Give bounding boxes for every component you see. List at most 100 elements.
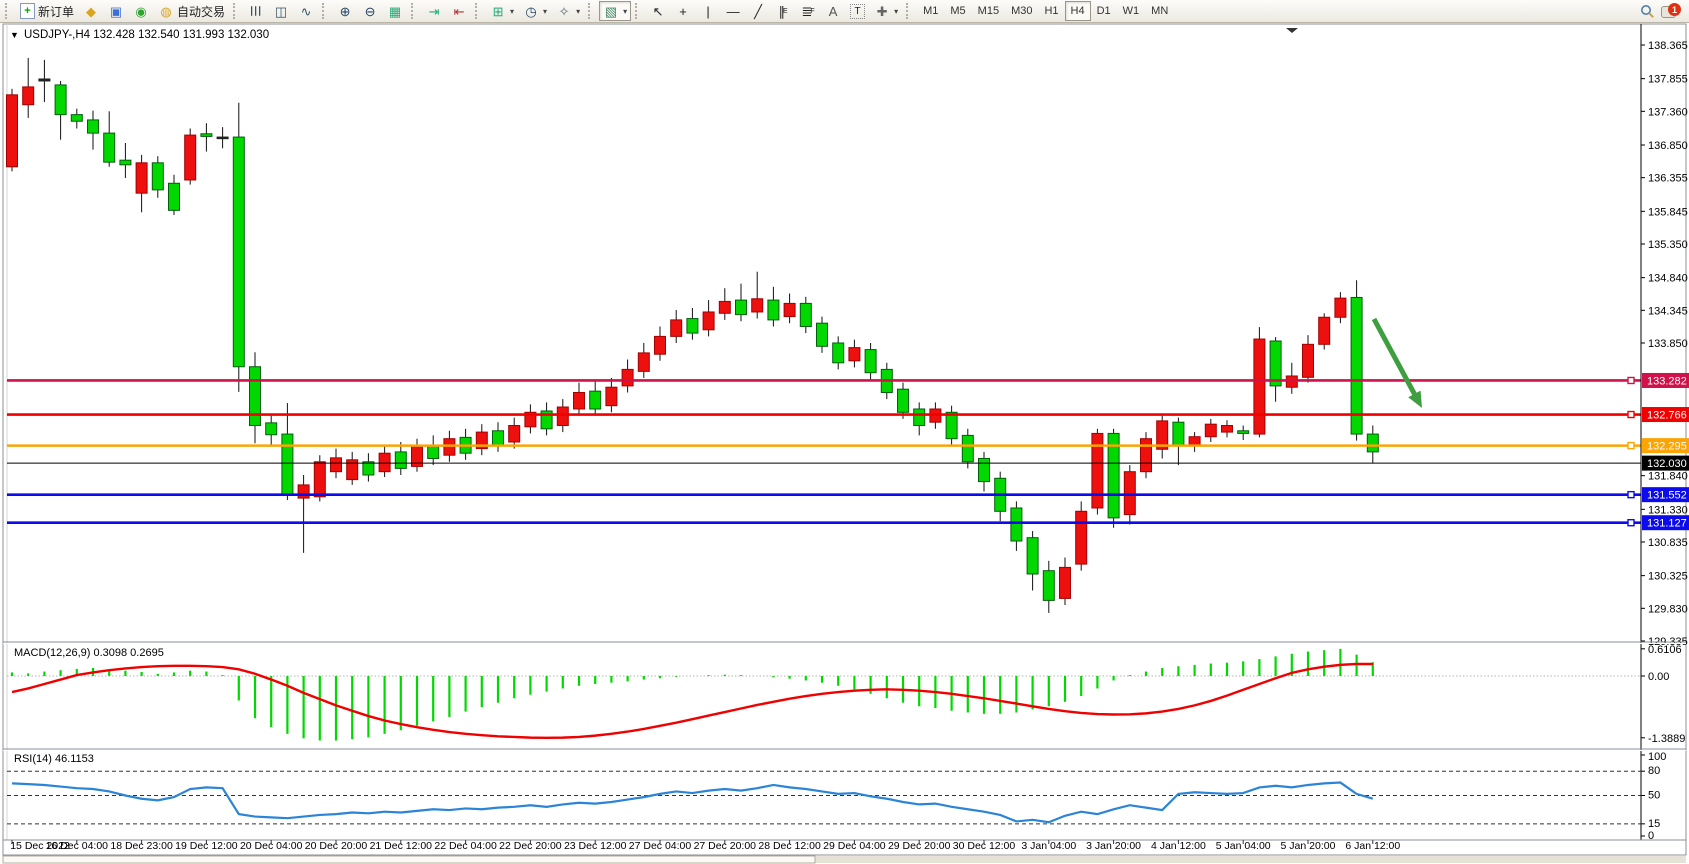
zoom-out-button[interactable]: ⊖ [358, 1, 382, 21]
toolbar-grip[interactable] [475, 3, 482, 19]
timeframe-m30[interactable]: M30 [1005, 1, 1038, 21]
svg-text:23 Dec 12:00: 23 Dec 12:00 [564, 840, 627, 852]
profiles-button[interactable]: ▧▾ [599, 1, 631, 21]
market-watch-button[interactable]: ◆ [79, 1, 103, 21]
svg-text:134.840: 134.840 [1648, 273, 1688, 285]
bar-chart-button[interactable]: ☰ [244, 1, 268, 21]
svg-text:138.365: 138.365 [1648, 40, 1688, 52]
text-icon: A [825, 3, 841, 19]
periods-button[interactable]: ◷▾ [519, 1, 551, 21]
svg-text:18 Dec 23:00: 18 Dec 23:00 [110, 840, 173, 852]
crosshair-button[interactable]: + [671, 1, 695, 21]
rsi-label: RSI(14) 46.1153 [14, 753, 94, 765]
toolbar-grip[interactable] [411, 3, 418, 19]
trendline-button[interactable]: ╱ [746, 1, 770, 21]
svg-text:28 Dec 12:00: 28 Dec 12:00 [758, 840, 821, 852]
svg-text:-1.3889: -1.3889 [1648, 733, 1685, 745]
toolbar-grip[interactable] [635, 3, 642, 19]
svg-text:131.840: 131.840 [1648, 471, 1688, 483]
channel-button[interactable]: ∥E [771, 1, 795, 21]
svg-text:20 Dec 04:00: 20 Dec 04:00 [240, 840, 303, 852]
template-icon: ✧ [556, 3, 572, 19]
chart-shift-button[interactable]: ⇤ [447, 1, 471, 21]
svg-text:133.850: 133.850 [1648, 338, 1688, 350]
svg-text:132.030: 132.030 [1647, 458, 1687, 470]
autotrading-label: 自动交易 [177, 3, 225, 20]
signals-icon: ◉ [133, 3, 149, 19]
fibonacci-button[interactable]: ≣F [796, 1, 820, 21]
svg-text:132.766: 132.766 [1647, 410, 1687, 422]
timeframe-m15[interactable]: M15 [972, 1, 1005, 21]
new-chart-button[interactable]: ⊞▾ [486, 1, 518, 21]
chart-window-button[interactable]: ▣ [104, 1, 128, 21]
line-chart-button[interactable]: ∿ [294, 1, 318, 21]
toolbar-right: 1 [1640, 3, 1687, 19]
market-watch-icon: ◆ [83, 3, 99, 19]
timeframe-h4[interactable]: H4 [1065, 1, 1091, 21]
toolbar-grip[interactable] [906, 3, 913, 19]
svg-text:100: 100 [1648, 751, 1666, 763]
text-label-icon: T [850, 4, 865, 19]
svg-text:134.345: 134.345 [1648, 305, 1688, 317]
macd-label: MACD(12,26,9) 0.3098 0.2695 [14, 647, 164, 659]
svg-text:21 Dec 12:00: 21 Dec 12:00 [370, 840, 433, 852]
chevron-down-icon: ▾ [510, 7, 514, 16]
timeframe-w1[interactable]: W1 [1117, 1, 1146, 21]
signals-button[interactable]: ◉ [129, 1, 153, 21]
timeframe-h1[interactable]: H1 [1038, 1, 1064, 21]
svg-text:29 Dec 20:00: 29 Dec 20:00 [888, 840, 951, 852]
h-scrollbar-thumb[interactable] [3, 856, 815, 863]
svg-text:50: 50 [1648, 790, 1660, 802]
shapes-icon: ✚ [874, 3, 890, 19]
auto-scroll-button[interactable]: ⇥ [422, 1, 446, 21]
search-icon[interactable] [1640, 4, 1655, 19]
svg-text:135.350: 135.350 [1648, 239, 1688, 251]
timeframe-d1[interactable]: D1 [1091, 1, 1117, 21]
horizontal-line-button[interactable]: — [721, 1, 745, 21]
svg-text:136.850: 136.850 [1648, 140, 1688, 152]
svg-text:131.330: 131.330 [1648, 504, 1688, 516]
text-tool-button[interactable]: A [821, 1, 845, 21]
chart-canvas[interactable]: 138.365137.855137.360136.850136.355135.8… [0, 0, 1689, 864]
toolbar-grip[interactable] [233, 3, 240, 19]
vertical-line-button[interactable]: | [696, 1, 720, 21]
svg-text:130.325: 130.325 [1648, 571, 1688, 583]
new-order-button[interactable]: + 新订单 [16, 1, 78, 21]
svg-text:3 Jan 20:00: 3 Jan 20:00 [1086, 840, 1141, 852]
toolbar-grip[interactable] [588, 3, 595, 19]
svg-text:136.355: 136.355 [1648, 173, 1688, 185]
notifications-button[interactable]: 1 [1661, 3, 1681, 19]
svg-text:27 Dec 04:00: 27 Dec 04:00 [629, 840, 692, 852]
horizontal-line-icon: — [725, 3, 741, 19]
new-order-icon: + [20, 3, 35, 19]
templates-button[interactable]: ✧▾ [552, 1, 584, 21]
toolbar-grip[interactable] [5, 3, 12, 19]
line-chart-icon: ∿ [298, 3, 314, 19]
candlestick-button[interactable]: ◫ [269, 1, 293, 21]
cursor-button[interactable]: ↖ [646, 1, 670, 21]
svg-text:27 Dec 20:00: 27 Dec 20:00 [694, 840, 757, 852]
timeframe-m5[interactable]: M5 [944, 1, 971, 21]
timeframe-mn[interactable]: MN [1145, 1, 1174, 21]
trendline-icon: ╱ [750, 3, 766, 19]
clock-icon: ◷ [523, 3, 539, 19]
toolbar-grip[interactable] [322, 3, 329, 19]
text-label-button[interactable]: T [846, 1, 869, 21]
autotrading-button[interactable]: ◍ 自动交易 [154, 1, 229, 21]
svg-text:19 Dec 12:00: 19 Dec 12:00 [175, 840, 238, 852]
svg-text:20 Dec 20:00: 20 Dec 20:00 [305, 840, 368, 852]
chevron-down-icon: ▾ [623, 7, 627, 16]
shapes-button[interactable]: ✚▾ [870, 1, 902, 21]
svg-text:132.295: 132.295 [1647, 441, 1687, 453]
timeframe-m1[interactable]: M1 [917, 1, 944, 21]
notification-badge: 1 [1668, 3, 1681, 16]
svg-text:133.282: 133.282 [1647, 375, 1687, 387]
autotrading-icon: ◍ [158, 3, 174, 19]
cursor-icon: ↖ [650, 3, 666, 19]
tile-windows-button[interactable]: ▦ [383, 1, 407, 21]
profile-chart-icon: ▧ [603, 3, 619, 19]
svg-text:3 Jan 04:00: 3 Jan 04:00 [1021, 840, 1076, 852]
auto-scroll-icon: ⇥ [426, 3, 442, 19]
zoom-in-button[interactable]: ⊕ [333, 1, 357, 21]
svg-text:16 Dec 04:00: 16 Dec 04:00 [46, 840, 109, 852]
